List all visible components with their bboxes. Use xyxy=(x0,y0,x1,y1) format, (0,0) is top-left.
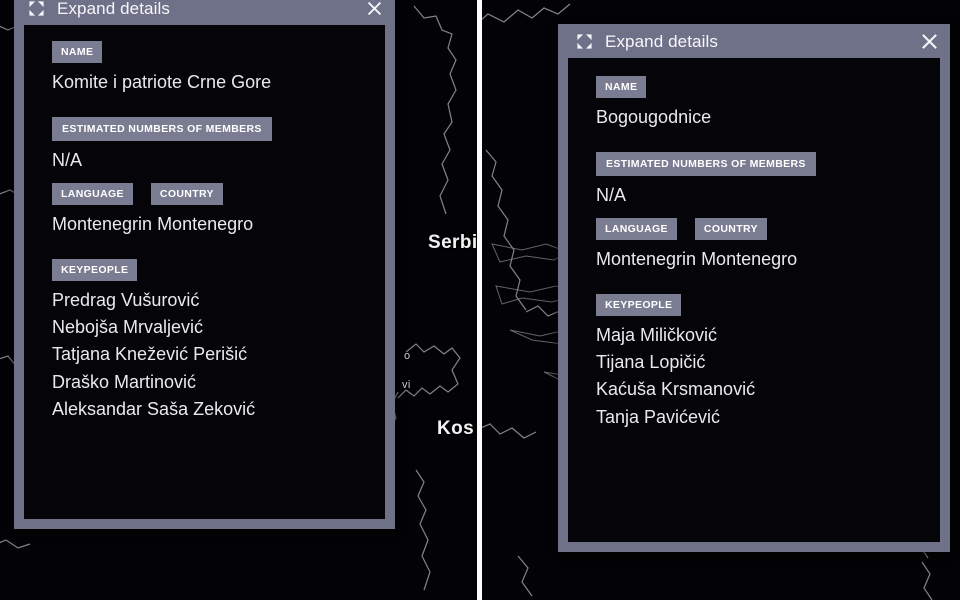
value-estimated-members: N/A xyxy=(596,184,627,205)
expand-arrows-icon[interactable] xyxy=(28,0,45,17)
dialog-body-left: NAME Komite i patriote Crne Gore ESTIMAT… xyxy=(24,25,385,519)
field-members-right: ESTIMATED NUMBERS OF MEMBERS N/A xyxy=(596,152,924,208)
map-label-city-b: vi xyxy=(402,379,411,391)
badge-name: NAME xyxy=(52,41,103,63)
value-name: Bogougodnice xyxy=(596,106,712,127)
badge-language: LANGUAGE xyxy=(596,218,677,240)
list-item: Tatjana Knežević Perišić xyxy=(52,344,248,365)
badge-country: COUNTRY xyxy=(694,218,767,240)
list-item: Kaćuša Krsmanović xyxy=(596,379,756,400)
map-label-city-a: o xyxy=(404,350,411,362)
keypeople-list-right: Maja Miličković Tijana Lopičić Kaćuša Kr… xyxy=(596,322,924,431)
field-keypeople-right: KEYPEOPLE Maja Miličković Tijana Lopičić… xyxy=(596,294,924,431)
field-keypeople-left: KEYPEOPLE Predrag Vušurović Nebojša Mrva… xyxy=(52,259,369,423)
list-item: Maja Miličković xyxy=(596,324,718,345)
expand-arrows-icon[interactable] xyxy=(576,33,593,50)
value-estimated-members: N/A xyxy=(52,149,83,170)
badge-row-language-country: LANGUAGE COUNTRY xyxy=(52,183,369,205)
badge-row-language-country: LANGUAGE COUNTRY xyxy=(596,218,924,240)
field-name-left: NAME Komite i patriote Crne Gore xyxy=(52,41,369,95)
field-language-country-right: LANGUAGE COUNTRY Montenegrin Montenegro xyxy=(596,218,924,272)
value-name: Komite i patriote Crne Gore xyxy=(52,71,272,92)
map-label-kosovo: Kos xyxy=(437,418,475,439)
dialog-header-right[interactable]: Expand details xyxy=(558,24,950,58)
list-item: Draško Martinović xyxy=(52,371,197,392)
list-item: Aleksandar Saša Zeković xyxy=(52,399,256,420)
field-name-right: NAME Bogougodnice xyxy=(596,76,924,130)
badge-keypeople: KEYPEOPLE xyxy=(52,259,138,281)
badge-name: NAME xyxy=(596,76,647,98)
expand-details-dialog-right[interactable]: Expand details NAME Bogougodnice ESTIMAT… xyxy=(558,24,950,552)
list-item: Nebojša Mrvaljević xyxy=(52,317,204,337)
list-item: Predrag Vušurović xyxy=(52,289,200,310)
close-icon[interactable] xyxy=(363,0,385,19)
badge-estimated-members: ESTIMATED NUMBERS OF MEMBERS xyxy=(596,152,816,176)
dialog-title-right: Expand details xyxy=(605,31,718,51)
badge-language: LANGUAGE xyxy=(52,183,133,205)
field-language-country-left: LANGUAGE COUNTRY Montenegrin Montenegro xyxy=(52,183,369,237)
list-item: Tanja Pavićević xyxy=(596,406,721,427)
expand-details-dialog-left[interactable]: Expand details NAME Komite i patriote Cr… xyxy=(14,0,395,529)
badge-keypeople: KEYPEOPLE xyxy=(596,294,682,316)
value-language-country: Montenegrin Montenegro xyxy=(596,248,798,269)
dialog-body-right: NAME Bogougodnice ESTIMATED NUMBERS OF M… xyxy=(568,58,940,542)
badge-estimated-members: ESTIMATED NUMBERS OF MEMBERS xyxy=(52,117,272,141)
value-language-country: Montenegrin Montenegro xyxy=(52,213,254,234)
dialog-header-left[interactable]: Expand details xyxy=(14,0,395,25)
field-members-left: ESTIMATED NUMBERS OF MEMBERS N/A xyxy=(52,117,369,173)
map-label-serbia: Serbi xyxy=(428,232,478,253)
map-split-divider xyxy=(477,0,482,600)
badge-country: COUNTRY xyxy=(150,183,223,205)
list-item: Tijana Lopičić xyxy=(596,352,706,372)
keypeople-list-left: Predrag Vušurović Nebojša Mrvaljević Tat… xyxy=(52,287,369,424)
close-icon[interactable] xyxy=(918,30,940,52)
dialog-title-left: Expand details xyxy=(57,0,170,18)
